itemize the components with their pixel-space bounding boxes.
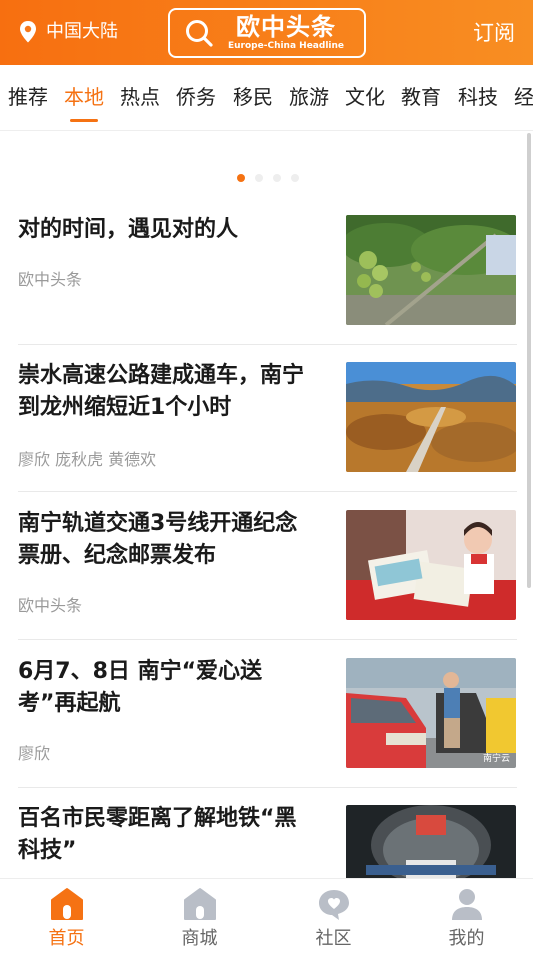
news-title[interactable]: 南宁轨道交通3号线开通纪念票册、纪念邮票发布 <box>18 508 318 572</box>
nav-profile[interactable]: 我的 <box>400 879 533 953</box>
subscribe-button[interactable]: 订阅 <box>473 19 515 47</box>
bottom-navigation: 首页 商城 社区 我的 <box>0 878 533 953</box>
news-item[interactable]: 崇水高速公路建成通车，南宁到龙州缩短近1个小时 廖欣 庞秋虎 黄德欢 <box>0 358 525 492</box>
community-icon <box>318 890 349 920</box>
carousel-dot-4[interactable] <box>291 174 299 182</box>
news-source: 欧中头条 <box>18 596 83 615</box>
divider <box>18 344 517 345</box>
nav-community[interactable]: 社区 <box>267 879 400 953</box>
news-thumbnail[interactable] <box>346 510 516 620</box>
category-tabs: 推荐 本地 热点 侨务 移民 旅游 文化 教育 科技 经 <box>0 65 533 131</box>
news-item[interactable]: 百名市民零距离了解地铁“黑科技” <box>0 801 525 878</box>
brand-name: 欧中头条 <box>236 13 336 41</box>
news-title[interactable]: 百名市民零距离了解地铁“黑科技” <box>18 803 318 867</box>
brand-logo: 欧中头条 Europe-China Headline <box>228 14 344 52</box>
scrollbar[interactable] <box>527 133 531 588</box>
carousel-dot-2[interactable] <box>255 174 263 182</box>
tab-culture[interactable]: 文化 <box>345 83 385 111</box>
profile-icon <box>451 889 482 920</box>
nav-shop[interactable]: 商城 <box>133 879 266 953</box>
news-thumbnail[interactable]: 南宁云 <box>346 658 516 768</box>
highway-landscape-photo <box>346 362 516 472</box>
news-thumbnail[interactable] <box>346 215 516 325</box>
tab-recommend[interactable]: 推荐 <box>8 83 48 111</box>
metro-tunnel-photo <box>346 805 516 878</box>
news-title[interactable]: 崇水高速公路建成通车，南宁到龙州缩短近1个小时 <box>18 360 318 424</box>
news-thumbnail[interactable] <box>346 362 516 472</box>
tab-local[interactable]: 本地 <box>64 83 104 111</box>
location-label: 中国大陆 <box>46 21 118 42</box>
tab-education[interactable]: 教育 <box>401 83 441 111</box>
banner-carousel[interactable] <box>0 131 525 201</box>
news-item[interactable]: 南宁轨道交通3号线开通纪念票册、纪念邮票发布 欧中头条 <box>0 506 525 640</box>
brand-subtitle: Europe-China Headline <box>228 41 345 51</box>
carousel-dot-3[interactable] <box>273 174 281 182</box>
divider <box>18 787 517 788</box>
tab-technology[interactable]: 科技 <box>458 83 498 111</box>
location-selector[interactable]: 中国大陆 <box>18 18 118 46</box>
nav-shop-label: 商城 <box>181 928 218 949</box>
news-source: 廖欣 <box>18 744 51 763</box>
tab-immigration[interactable]: 移民 <box>233 83 273 111</box>
search-box[interactable]: 欧中头条 Europe-China Headline <box>168 8 366 58</box>
search-icon <box>186 20 213 47</box>
tab-hot[interactable]: 热点 <box>120 83 160 111</box>
divider <box>18 639 517 640</box>
news-item[interactable]: 6月7、8日 南宁“爱心送考”再起航 廖欣 南宁云 <box>0 654 525 788</box>
active-tab-indicator <box>70 119 98 122</box>
shop-icon <box>183 888 216 920</box>
location-pin-icon <box>20 21 36 43</box>
nav-home-label: 首页 <box>48 928 85 949</box>
news-thumbnail[interactable] <box>346 805 516 878</box>
news-title[interactable]: 6月7、8日 南宁“爱心送考”再起航 <box>18 656 318 720</box>
nav-community-label: 社区 <box>315 928 352 949</box>
tab-travel[interactable]: 旅游 <box>289 83 329 111</box>
tab-economy[interactable]: 经 <box>514 83 533 111</box>
nav-profile-label: 我的 <box>448 928 485 949</box>
tab-overseas-affairs[interactable]: 侨务 <box>176 83 216 111</box>
ticket-booklet-photo <box>346 510 516 620</box>
news-source: 廖欣 庞秋虎 黄德欢 <box>18 450 157 469</box>
news-title[interactable]: 对的时间，遇见对的人 <box>18 214 318 246</box>
home-icon <box>50 888 83 920</box>
thumbnail-watermark: 南宁云 <box>482 753 510 763</box>
news-source: 欧中头条 <box>18 270 83 289</box>
orchard-photo <box>346 215 516 325</box>
divider <box>18 491 517 492</box>
carousel-dot-1[interactable] <box>237 174 245 182</box>
news-item[interactable]: 对的时间，遇见对的人 欧中头条 <box>0 211 525 345</box>
nav-home[interactable]: 首页 <box>0 879 133 953</box>
app-header: 中国大陆 欧中头条 Europe-China Headline 订阅 <box>0 0 533 65</box>
